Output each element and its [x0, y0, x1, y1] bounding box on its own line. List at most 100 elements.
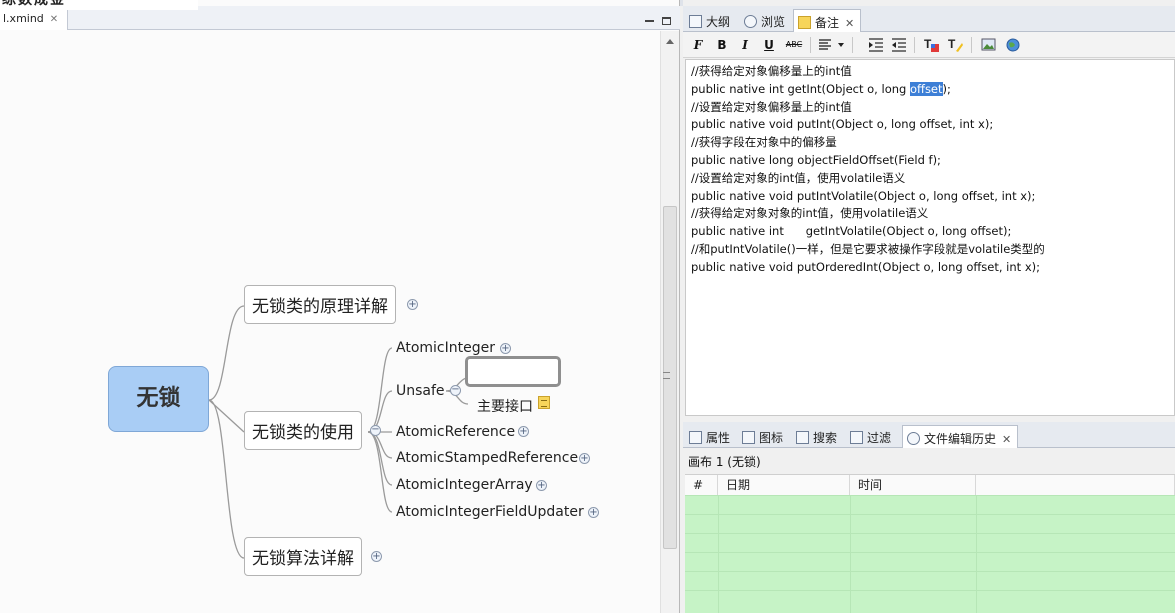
collapse-icon[interactable]: −: [370, 425, 381, 436]
svg-text:T: T: [924, 37, 932, 51]
table-row[interactable]: [685, 514, 1175, 533]
markers-icon: [742, 431, 755, 444]
expand-icon[interactable]: +: [500, 343, 511, 354]
note-line: public native long objectFieldOffset(Fie…: [691, 152, 941, 167]
side-panels: 大纲 浏览 备注 ✕ F B I U ABC T T //获得给定对象偏移量上的…: [683, 0, 1175, 613]
note-line-text: );: [942, 81, 951, 96]
tab-edit-history[interactable]: 文件编辑历史 ✕: [902, 425, 1019, 448]
expand-icon[interactable]: +: [407, 299, 418, 310]
bold-button[interactable]: B: [714, 36, 730, 54]
expand-icon[interactable]: +: [371, 551, 382, 562]
mindmap-canvas[interactable]: 无锁 无锁类的原理详解 + 无锁类的使用 − 无锁算法详解 + AtomicIn…: [0, 31, 660, 613]
tab-outline-label: 大纲: [706, 15, 731, 29]
tab-notes-label: 备注: [815, 16, 840, 30]
underline-button[interactable]: U: [761, 36, 777, 54]
filter-icon: [850, 431, 863, 444]
text-color-icon: T: [924, 37, 939, 52]
tab-browse[interactable]: 浏览: [740, 9, 791, 32]
expand-icon[interactable]: +: [536, 480, 547, 491]
topic-usage-label: 无锁类的使用: [252, 423, 354, 443]
close-tab-icon[interactable]: ✕: [1002, 433, 1011, 446]
tab-properties[interactable]: 属性: [685, 425, 736, 448]
notes-editor[interactable]: //获得给定对象偏移量上的int值 public native int getI…: [685, 59, 1175, 416]
expand-icon[interactable]: +: [588, 507, 599, 518]
topic-algorithm[interactable]: 无锁算法详解: [244, 537, 362, 576]
scroll-up-icon[interactable]: [666, 39, 674, 44]
outline-icon: [689, 15, 702, 28]
history-canvas-label: 画布 1 (无锁): [688, 455, 761, 469]
history-icon: [907, 432, 920, 445]
table-row[interactable]: [685, 552, 1175, 571]
tab-notes[interactable]: 备注 ✕: [793, 9, 862, 32]
app-window: l.xmind ✕ 练数成金 无锁 无锁类的原理详解 + 无锁类的使用 − 无锁…: [0, 0, 1175, 613]
topic-principle[interactable]: 无锁类的原理详解: [244, 285, 396, 324]
table-row[interactable]: [685, 495, 1175, 514]
column-header[interactable]: 日期: [718, 475, 850, 495]
tab-search[interactable]: 搜索: [792, 425, 843, 448]
column-header[interactable]: #: [685, 475, 718, 495]
close-tab-icon[interactable]: ✕: [845, 17, 854, 30]
indent-icon: [869, 38, 883, 52]
note-line: //获得给定对象对象的int值，使用volatile语义: [691, 206, 929, 221]
splitter-grip-icon[interactable]: [663, 372, 670, 379]
history-panel: 属性 图标 搜索 过滤 文件编辑历史 ✕ 画布 1 (无锁) # 日期 时间: [683, 422, 1175, 613]
selected-topic-frame[interactable]: [465, 356, 561, 387]
strikethrough-button[interactable]: ABC: [784, 36, 804, 54]
root-topic[interactable]: 无锁: [108, 366, 209, 432]
note-line: public native int getIntVolatile(Object …: [691, 224, 1012, 239]
note-line: //和putIntVolatile()一样，但是它要求被操作字段就是volati…: [691, 241, 1045, 256]
topic-usage[interactable]: 无锁类的使用: [244, 411, 362, 450]
subtopic-atomicintegerfieldupdater[interactable]: AtomicIntegerFieldUpdater: [396, 504, 584, 520]
highlight-button[interactable]: T: [946, 36, 964, 54]
subtopic-atomicinteger[interactable]: AtomicInteger: [396, 340, 495, 356]
globe-icon: [1006, 38, 1020, 52]
insert-image-button[interactable]: [981, 36, 997, 54]
align-dropdown[interactable]: [817, 36, 847, 54]
close-tab-icon[interactable]: ✕: [50, 14, 58, 25]
expand-icon[interactable]: +: [518, 426, 529, 437]
file-tab-label: l.xmind: [3, 12, 44, 25]
tab-markers[interactable]: 图标: [738, 425, 789, 448]
font-button[interactable]: F: [690, 36, 706, 54]
maximize-icon[interactable]: [662, 17, 671, 25]
insert-link-button[interactable]: [1005, 36, 1021, 54]
subtopic-atomicreference[interactable]: AtomicReference: [396, 424, 515, 440]
tab-browse-label: 浏览: [761, 15, 786, 29]
italic-button[interactable]: I: [737, 36, 753, 54]
minimize-icon[interactable]: [645, 17, 654, 22]
subtopic-unsafe[interactable]: Unsafe: [396, 383, 445, 399]
collapse-icon[interactable]: −: [450, 385, 461, 396]
notes-tab-bar: 大纲 浏览 备注 ✕: [683, 6, 1175, 32]
align-left-icon: [819, 39, 844, 50]
mindmap-editor: l.xmind ✕ 练数成金 无锁 无锁类的原理详解 + 无锁类的使用 − 无锁…: [0, 0, 680, 613]
column-header-empty: [976, 475, 1175, 495]
topic-algorithm-label: 无锁算法详解: [252, 549, 354, 569]
table-row[interactable]: [685, 590, 1175, 613]
text-color-button[interactable]: T: [922, 36, 940, 54]
subtopic-atomicintegerarray[interactable]: AtomicIntegerArray: [396, 477, 533, 493]
note-line: //设置给定对象偏移量上的int值: [691, 99, 852, 114]
indent-button[interactable]: [867, 36, 885, 54]
table-row[interactable]: [685, 533, 1175, 552]
expand-icon[interactable]: +: [579, 453, 590, 464]
toolbar-separator: [852, 37, 853, 53]
tab-outline[interactable]: 大纲: [685, 9, 736, 32]
column-header[interactable]: 时间: [850, 475, 976, 495]
vertical-scrollbar[interactable]: [660, 31, 679, 613]
history-table: # 日期 时间: [685, 474, 1175, 613]
table-row[interactable]: [685, 571, 1175, 590]
tab-filter[interactable]: 过滤: [846, 425, 897, 448]
column-divider: [718, 495, 719, 613]
note-line: //获得给定对象偏移量上的int值: [691, 64, 852, 78]
notes-format-toolbar: F B I U ABC T T: [683, 32, 1175, 58]
note-line: //设置给定对象的int值，使用volatile语义: [691, 170, 906, 185]
tab-properties-label: 属性: [706, 431, 731, 445]
subtopic-atomicstampedreference[interactable]: AtomicStampedReference: [396, 450, 578, 466]
subtopic-main-interface[interactable]: 主要接口: [477, 396, 533, 416]
note-line: public native int getInt(Object o, long …: [691, 81, 1169, 99]
browse-icon: [744, 15, 757, 28]
properties-icon: [689, 431, 702, 444]
column-divider: [850, 495, 851, 613]
note-icon[interactable]: [538, 396, 550, 409]
outdent-button[interactable]: [890, 36, 908, 54]
